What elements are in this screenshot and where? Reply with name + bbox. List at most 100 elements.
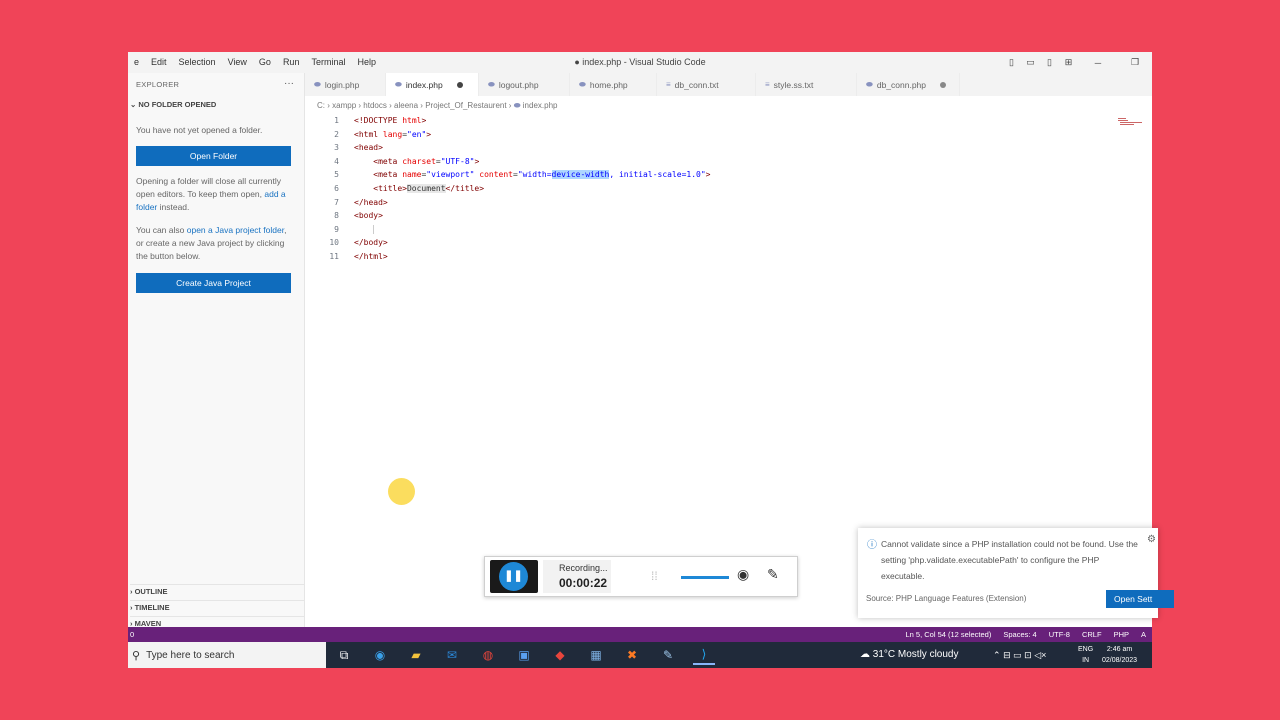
breadcrumb-item[interactable]: aleena (394, 101, 418, 110)
php-file-icon: ⬬ (314, 79, 321, 89)
php-file-icon: ⬬ (513, 101, 521, 110)
line-code (354, 223, 380, 237)
chevron-up-icon[interactable]: ⌃ (993, 650, 1001, 660)
encoding[interactable]: UTF-8 (1049, 627, 1070, 642)
tab-label: index.php (405, 79, 443, 90)
open-folder-button[interactable]: Open Folder (136, 146, 291, 166)
breadcrumb-item[interactable]: xampp (332, 101, 356, 110)
menu-terminal[interactable]: Terminal (305, 52, 351, 73)
menu-edit[interactable]: Edit (145, 52, 173, 73)
tab-label: db_conn.txt (674, 79, 719, 90)
no-folder-section[interactable]: ⌄ NO FOLDER OPENED (130, 100, 216, 109)
breadcrumb-item[interactable]: htdocs (363, 101, 387, 110)
more-actions-icon[interactable]: ··· (284, 78, 294, 89)
notifications-bell[interactable]: A (1141, 627, 1146, 642)
search-input[interactable]: Type here to search (146, 650, 234, 661)
text-file-icon: ≡ (666, 80, 671, 89)
battery-icon[interactable]: ▭ (1013, 650, 1022, 660)
menu-selection[interactable]: Selection (173, 52, 222, 73)
breadcrumb-item[interactable]: C: (317, 101, 325, 110)
xampp-icon[interactable]: ✖ (621, 646, 643, 664)
code-editor[interactable]: 1 <!DOCTYPE html> 2 <html lang="en"> 3 <hea… (305, 114, 1152, 564)
store-icon[interactable]: ▣ (513, 646, 535, 664)
file-explorer-icon[interactable]: ▰ (405, 646, 427, 664)
explorer-sidebar: EXPLORER ··· ⌄ NO FOLDER OPENED You have… (128, 73, 305, 628)
timeline-section[interactable]: › TIMELINE (130, 600, 304, 612)
line-number: 7 (334, 197, 339, 207)
php-file-icon: ⬬ (866, 79, 873, 89)
menu-view[interactable]: View (222, 52, 253, 73)
unsaved-dot-icon[interactable] (456, 81, 463, 88)
customize-layout-icon[interactable]: ⊞ (1059, 57, 1078, 68)
open-java-project-link[interactable]: open a Java project folder (187, 225, 284, 235)
unsaved-dot-icon[interactable] (940, 81, 947, 88)
tab-label: login.php (324, 79, 360, 90)
language-mode[interactable]: PHP (1114, 627, 1129, 642)
webcam-icon[interactable]: ◉ (737, 566, 749, 583)
tab-db-conn-txt[interactable]: ≡ db_conn.txt (657, 73, 756, 96)
open-settings-button[interactable]: Open Sett (1106, 590, 1174, 608)
breadcrumb-item[interactable]: index.php (523, 101, 558, 110)
notification-source: Source: PHP Language Features (Extension… (866, 594, 1027, 603)
volume-slider[interactable] (681, 576, 729, 579)
toggle-sidebar-icon[interactable]: ▯ (1002, 57, 1021, 68)
indentation[interactable]: Spaces: 4 (1003, 627, 1036, 642)
tab-db-conn-php[interactable]: ⬬ db_conn.php (857, 73, 960, 96)
pen-icon[interactable]: ✎ (767, 566, 779, 583)
tab-logout-php[interactable]: ⬬ logout.php (479, 73, 570, 96)
menu-go[interactable]: Go (253, 52, 277, 73)
lang-code: ENG (1078, 646, 1094, 653)
vscode-icon[interactable]: ⟩ (693, 645, 715, 665)
line-code: <meta charset="UTF-8"> (373, 156, 480, 166)
maximize-icon[interactable]: ❐ (1118, 57, 1152, 68)
network-icon[interactable]: ⊟ (1003, 650, 1011, 660)
tab-login-php[interactable]: ⬬ login.php (305, 73, 386, 96)
language-indicator[interactable]: ENG IN (1078, 644, 1093, 666)
tab-home-php[interactable]: ⬬ home.php (570, 73, 657, 96)
menu-run[interactable]: Run (277, 52, 306, 73)
chrome-icon[interactable]: ◍ (477, 646, 499, 664)
status-bar: 0 Ln 5, Col 54 (12 selected) Spaces: 4 U… (128, 627, 1152, 642)
tab-index-php[interactable]: ⬬ index.php (386, 73, 479, 96)
display-icon[interactable]: ⊡ (1024, 650, 1032, 660)
recorder-status-box: Recording... 00:00:22 (543, 560, 611, 593)
edge-icon[interactable]: ◉ (369, 646, 391, 664)
outline-section[interactable]: › OUTLINE (130, 584, 304, 596)
line-ending[interactable]: CRLF (1082, 627, 1102, 642)
mail-icon[interactable]: ✉ (441, 646, 463, 664)
calculator-icon[interactable]: ▦ (585, 646, 607, 664)
volume-icon[interactable]: ◁× (1034, 650, 1046, 660)
pause-icon[interactable]: ❚❚ (499, 562, 528, 591)
line-number: 11 (329, 252, 339, 261)
problems-count[interactable]: 0 (130, 627, 134, 642)
windows-taskbar: ⚲ Type here to search ⧉ ◉ ▰ ✉ ◍ ▣ ◆ ▦ ✖ … (128, 642, 1152, 668)
breadcrumb-item[interactable]: Project_Of_Restaurent (425, 101, 506, 110)
drag-handle-icon[interactable]: ⁞⁞ (651, 569, 658, 583)
weather-widget[interactable]: ☁ 31°C Mostly cloudy (860, 642, 958, 668)
menu-help[interactable]: Help (351, 52, 382, 73)
task-view-icon[interactable]: ⧉ (333, 646, 355, 664)
text-file-icon: ≡ (765, 80, 770, 89)
menu-file[interactable]: e (128, 52, 145, 73)
tab-style-txt[interactable]: ≡ style.ss.txt (756, 73, 857, 96)
line-code: <html lang="en"> (354, 129, 432, 139)
create-java-project-button[interactable]: Create Java Project (136, 273, 291, 293)
toggle-secondary-sidebar-icon[interactable]: ▯ (1040, 57, 1059, 68)
cursor-position[interactable]: Ln 5, Col 54 (12 selected) (905, 627, 991, 642)
notepad-icon[interactable]: ✎ (657, 646, 679, 664)
gear-icon[interactable]: ⚙ (1147, 534, 1156, 545)
notification-message: Cannot validate since a PHP installation… (881, 539, 1138, 581)
line-number: 4 (334, 156, 339, 166)
screen-recorder: ❚❚ Recording... 00:00:22 ⁞⁞ ◉ ✎ (484, 556, 798, 597)
tab-label: style.ss.txt (773, 79, 814, 90)
line-code: </head> (354, 197, 388, 207)
folder-info-text: Opening a folder will close all currentl… (136, 175, 296, 214)
app-icon[interactable]: ◆ (549, 646, 571, 664)
line-number: 6 (334, 184, 339, 193)
minimize-icon[interactable]: ─ (1078, 58, 1118, 68)
clock[interactable]: 2:46 am 02/08/2023 (1102, 644, 1137, 666)
toggle-panel-icon[interactable]: ▭ (1021, 57, 1040, 68)
info-text-part: instead. (157, 202, 190, 212)
no-folder-text: You have not yet opened a folder. (136, 125, 263, 135)
taskbar-search[interactable]: ⚲ Type here to search (128, 642, 326, 668)
